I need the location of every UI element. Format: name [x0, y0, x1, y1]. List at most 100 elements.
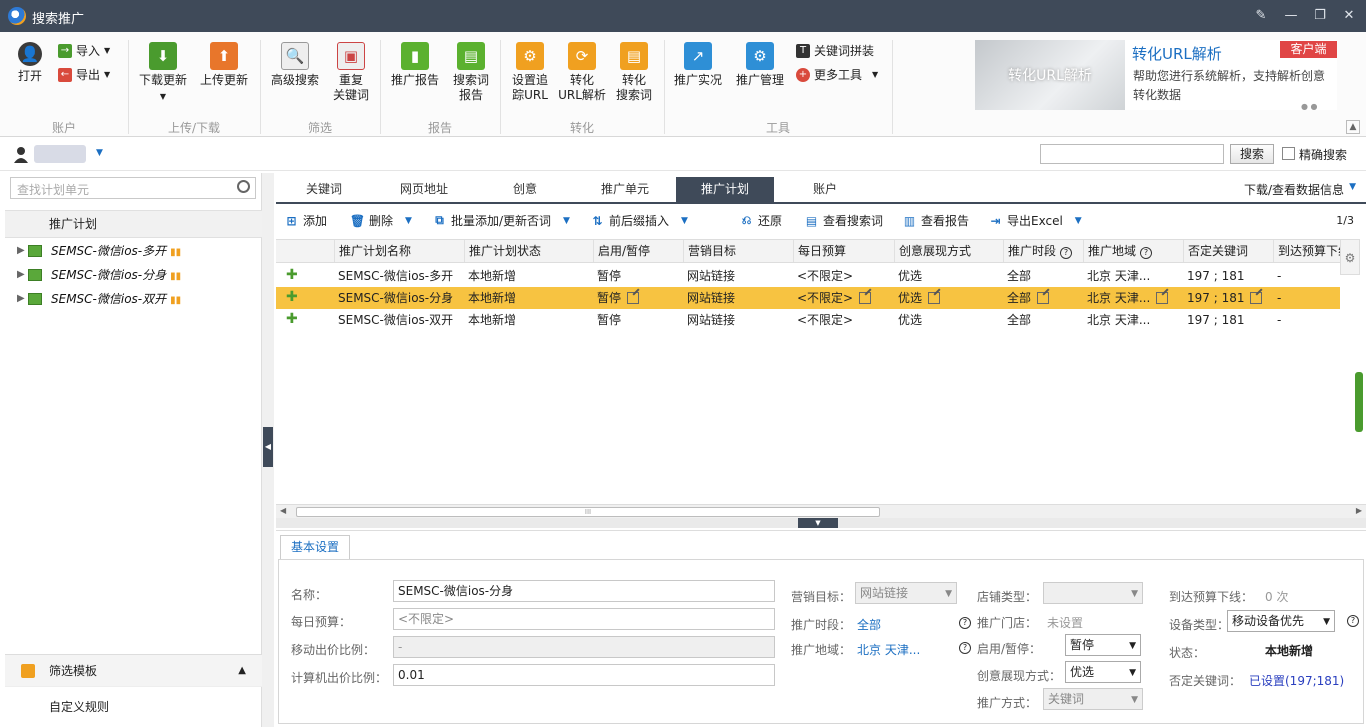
col-header[interactable]: 推广计划名称 [334, 240, 464, 262]
column-settings-gear-icon[interactable]: ⚙ [1340, 239, 1360, 275]
tab-urls[interactable]: 网页地址 [374, 177, 474, 202]
track-url-button[interactable]: ⚙ 设置追 踪URL [506, 42, 554, 103]
neg-keyword-link[interactable]: 已设置(197;181) [1249, 672, 1344, 689]
col-header[interactable]: 启用/暂停 [593, 240, 683, 262]
col-header[interactable]: 推广计划状态 [464, 240, 593, 262]
expand-arrow-icon[interactable]: ▶ [17, 263, 25, 287]
promo-live-button[interactable]: ↗ 推广实况 [670, 42, 726, 88]
tab-creatives[interactable]: 创意 [476, 177, 574, 202]
expand-plus-icon[interactable]: ✚ [286, 268, 298, 282]
upload-update-button[interactable]: ⬆ 上传更新 [196, 42, 252, 88]
help-icon[interactable]: ? [959, 617, 971, 629]
convert-url-button[interactable]: ⟳ 转化 URL解析 [558, 42, 606, 103]
name-input[interactable]: SEMSC-微信ios-分身 [393, 580, 775, 602]
convert-search-term-button[interactable]: ▤ 转化 搜索词 [610, 42, 658, 103]
tree-item[interactable]: ▶ SEMSC-微信ios-分身 ▮▮ [5, 263, 262, 287]
close-button[interactable]: ✕ [1338, 6, 1360, 26]
batch-add-button[interactable]: ⧉ 批量添加/更新否词 ▼ [432, 212, 570, 229]
skin-icon[interactable]: ✎ [1250, 6, 1272, 26]
delete-button[interactable]: 🗑 删除 ▼ [350, 212, 412, 229]
help-icon[interactable]: ? [1140, 247, 1153, 259]
expand-arrow-icon[interactable]: ▶ [17, 239, 25, 263]
download-update-button[interactable]: ⬇ 下载更新 ▼ [136, 42, 190, 104]
col-header-time[interactable]: 推广时段? [1003, 240, 1083, 262]
plan-unit-search-input[interactable]: 查找计划单元 [10, 177, 256, 199]
pc-ratio-input[interactable]: 0.01 [393, 664, 775, 686]
chevron-down-icon[interactable]: ▼ [681, 216, 688, 226]
import-button[interactable]: → 导入 ▼ [58, 42, 110, 59]
add-button[interactable]: ⊞ 添加 [284, 212, 327, 229]
promo-title[interactable]: 转化URL解析 [1132, 43, 1222, 64]
help-icon[interactable]: ? [1060, 247, 1073, 259]
enable-select[interactable]: 暂停 [1065, 634, 1141, 656]
col-header-region[interactable]: 推广地域? [1083, 240, 1183, 262]
budget-input[interactable]: <不限定> [393, 608, 775, 630]
col-header[interactable]: 否定关键词 [1183, 240, 1273, 262]
view-report-button[interactable]: ▥ 查看报告 [902, 212, 969, 229]
device-select[interactable]: 移动设备优先 [1227, 610, 1335, 632]
scroll-left-icon[interactable]: ◀ [280, 506, 286, 515]
export-button[interactable]: ← 导出 ▼ [58, 66, 110, 83]
minimize-button[interactable]: — [1280, 6, 1302, 26]
col-header[interactable]: 到达预算下线 [1273, 240, 1340, 262]
time-link[interactable]: 全部 [857, 616, 881, 633]
tab-units[interactable]: 推广单元 [576, 177, 674, 202]
keyword-combine-button[interactable]: T 关键词拼装 [796, 42, 874, 59]
scroll-thumb[interactable]: III [296, 507, 880, 517]
col-header[interactable]: 创意展现方式 [894, 240, 1003, 262]
view-search-terms-button[interactable]: ▤ 查看搜索词 [804, 212, 883, 229]
horizontal-splitter[interactable]: ▼ [276, 518, 1366, 528]
edit-icon[interactable] [928, 292, 941, 304]
custom-rule-item[interactable]: 自定义规则 [5, 686, 262, 726]
col-header[interactable]: 营销目标 [683, 240, 793, 262]
help-icon[interactable]: ? [959, 642, 971, 654]
scroll-right-icon[interactable]: ▶ [1356, 506, 1362, 515]
region-link[interactable]: 北京 天津... [857, 641, 920, 658]
filter-template-header[interactable]: 筛选模板 ▲ [5, 654, 262, 686]
account-dropdown-icon[interactable]: ▼ [96, 148, 103, 158]
download-view-data-link[interactable]: 下载/查看数据信息 [1244, 181, 1344, 198]
top-search-button[interactable]: 搜索 [1230, 144, 1274, 164]
edit-icon[interactable] [859, 292, 872, 304]
promo-banner[interactable]: 转化URL解析 转化URL解析 帮助您进行系统解析，支持解析创意转化数据 客户端… [975, 40, 1337, 111]
carousel-dots[interactable]: ● ● [1301, 102, 1318, 111]
chevron-down-icon[interactable]: ▼ [1075, 216, 1082, 226]
creative-select[interactable]: 优选 [1065, 661, 1141, 683]
table-row[interactable]: ✚ SEMSC-微信ios-多开 本地新增 暂停 网站链接 <不限定> 优选 全… [276, 265, 1340, 287]
edit-icon[interactable] [627, 292, 640, 304]
search-icon[interactable] [237, 180, 250, 193]
restore-button[interactable]: ⎌ 还原 [739, 212, 782, 229]
promo-report-button[interactable]: ▮ 推广报告 [388, 42, 442, 88]
promo-manage-button[interactable]: ⚙ 推广管理 [732, 42, 788, 88]
tab-account[interactable]: 账户 [776, 177, 874, 202]
chevron-down-icon[interactable]: ▼ [1349, 182, 1356, 192]
collapse-down-icon[interactable]: ▼ [798, 518, 838, 528]
expand-plus-icon[interactable]: ✚ [286, 290, 298, 304]
col-header[interactable]: 每日预算 [793, 240, 894, 262]
prefix-suffix-insert-button[interactable]: ⇅ 前后缀插入 ▼ [590, 212, 688, 229]
horizontal-scrollbar[interactable]: ◀ III ▶ [276, 504, 1366, 518]
open-button[interactable]: 👤 打开 [10, 42, 50, 84]
more-tools-button[interactable]: + 更多工具 ▼ [796, 66, 878, 83]
collapse-up-icon[interactable]: ▲ [238, 655, 246, 687]
advanced-search-button[interactable]: 🔍 高级搜索 [268, 42, 322, 88]
tab-campaigns[interactable]: 推广计划 [676, 177, 774, 202]
expand-arrow-icon[interactable]: ▶ [17, 287, 25, 311]
tab-keywords[interactable]: 关键词 [276, 177, 372, 202]
expand-plus-icon[interactable]: ✚ [286, 312, 298, 326]
edit-icon[interactable] [1156, 292, 1169, 304]
exact-search-checkbox[interactable] [1282, 147, 1295, 160]
edit-icon[interactable] [1037, 292, 1050, 304]
vertical-splitter[interactable]: ◀ [262, 173, 274, 727]
edit-icon[interactable] [1250, 292, 1263, 304]
duplicate-keywords-button[interactable]: ▣ 重复 关键词 [328, 42, 374, 103]
chevron-down-icon[interactable]: ▼ [405, 216, 412, 226]
search-term-report-button[interactable]: ▤ 搜索词 报告 [446, 42, 496, 103]
table-row-selected[interactable]: ✚ SEMSC-微信ios-分身 本地新增 暂停 网站链接 <不限定> 优选 全… [276, 287, 1340, 309]
tree-header[interactable]: 推广计划 [5, 210, 262, 238]
export-excel-button[interactable]: ⇥ 导出Excel ▼ [988, 212, 1082, 229]
table-row[interactable]: ✚ SEMSC-微信ios-双开 本地新增 暂停 网站链接 <不限定> 优选 全… [276, 309, 1340, 331]
tree-item[interactable]: ▶ SEMSC-微信ios-多开 ▮▮ [5, 239, 262, 263]
collapse-ribbon-button[interactable]: ▲ [1346, 120, 1360, 134]
vertical-scrollbar[interactable] [1355, 372, 1363, 432]
